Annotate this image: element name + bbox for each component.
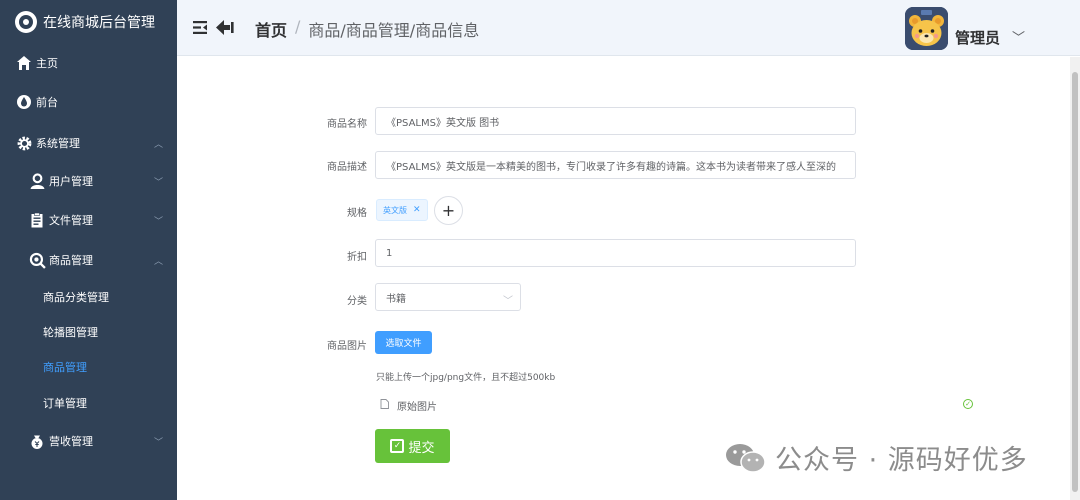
sidebar-item-label: 用户管理 [49, 175, 93, 188]
upload-tip: 只能上传一个jpg/png文件，且不超过500kb [376, 373, 556, 383]
sidebar-item-system[interactable]: 系统管理 ︿ [0, 132, 177, 154]
sidebar-item-label: 订单管理 [43, 397, 87, 410]
chevron-down-icon: ﹀ [153, 177, 163, 188]
document-icon [380, 399, 389, 412]
app-brand: 在线商城后台管理 [0, 0, 177, 44]
sidebar-item-revenue[interactable]: 营收管理 ﹀ [0, 430, 177, 452]
money-icon [28, 432, 46, 450]
breadcrumb-path: 商品/商品管理/商品信息 [308, 21, 480, 40]
sidebar-item-products[interactable]: 商品管理 ︿ [0, 249, 177, 271]
product-desc-value: 《PSALMS》英文版是一本精美的图书，专门收录了许多有趣的诗篇。这本书为读者带… [386, 161, 836, 173]
sidebar-item-product-management[interactable]: 商品管理 [0, 357, 177, 377]
spec-tag-label: 英文版 [383, 205, 407, 215]
chevron-up-icon: ︿ [153, 139, 163, 150]
sidebar-item-label: 系统管理 [36, 137, 80, 150]
chevron-down-icon: ﹀ [153, 216, 163, 227]
sidebar-item-label: 商品分类管理 [43, 291, 109, 304]
uploaded-file-name: 原始图片 [397, 402, 437, 413]
choose-file-button[interactable]: 选取文件 [375, 331, 432, 354]
sidebar-item-label: 轮播图管理 [43, 326, 98, 339]
category-select[interactable]: 书籍 [375, 283, 521, 311]
user-icon [28, 172, 46, 190]
logo-icon [15, 11, 37, 33]
chevron-up-icon: ︿ [153, 256, 163, 267]
sidebar: 在线商城后台管理 主页 前台 系统管理 ︿ 用户管理 ﹀ 文件管理 ﹀ 商品管理… [0, 0, 177, 500]
add-spec-button[interactable]: + [434, 196, 463, 225]
discount-input[interactable]: 1 [375, 239, 856, 267]
breadcrumb: 首页 / 商品/商品管理/商品信息 [255, 17, 479, 41]
watermark: 公众号 · 源码好优多 [725, 438, 1028, 477]
uploaded-file-item[interactable]: 原始图片 [380, 398, 437, 413]
file-icon [28, 211, 46, 229]
check-circle-icon: ✓ [963, 399, 973, 409]
category-value: 书籍 [386, 293, 406, 305]
vertical-scrollbar[interactable] [1070, 57, 1080, 500]
sidebar-item-frontend[interactable]: 前台 [0, 91, 177, 113]
sidebar-item-label: 商品管理 [49, 254, 93, 267]
home-icon [15, 54, 33, 72]
scrollbar-thumb[interactable] [1072, 72, 1078, 492]
breadcrumb-home[interactable]: 首页 [255, 17, 287, 41]
sidebar-item-users[interactable]: 用户管理 ﹀ [0, 170, 177, 192]
sidebar-item-files[interactable]: 文件管理 ﹀ [0, 209, 177, 231]
sidebar-item-label: 营收管理 [49, 435, 93, 448]
checkbox-icon: ✓ [390, 439, 405, 453]
discount-label: 折扣 [347, 252, 367, 263]
plus-icon: + [441, 201, 456, 220]
avatar[interactable] [905, 7, 948, 50]
sidebar-item-label: 商品管理 [43, 361, 87, 374]
gear-icon [15, 134, 33, 152]
sidebar-item-orders[interactable]: 订单管理 [0, 393, 177, 413]
sidebar-item-home[interactable]: 主页 [0, 52, 177, 74]
product-desc-input[interactable]: 《PSALMS》英文版是一本精美的图书，专门收录了许多有趣的诗篇。这本书为读者带… [375, 151, 856, 179]
menu-collapse-icon[interactable] [193, 21, 207, 37]
submit-label: 提交 [408, 440, 435, 456]
sidebar-item-label: 前台 [36, 96, 58, 109]
breadcrumb-separator: / [295, 17, 301, 36]
product-name-input[interactable]: 《PSALMS》英文版 图书 [375, 107, 856, 135]
sidebar-item-label: 文件管理 [49, 214, 93, 227]
wechat-icon [726, 443, 766, 473]
chevron-down-icon[interactable]: ﹀ [503, 292, 513, 307]
sidebar-item-carousel[interactable]: 轮播图管理 [0, 322, 177, 342]
watermark-text: 公众号 · 源码好优多 [775, 445, 1028, 476]
top-header: 首页 / 商品/商品管理/商品信息 管理员 ﹀ [177, 0, 1080, 56]
chevron-down-icon[interactable]: ﹀ [1012, 27, 1025, 46]
drop-icon [15, 93, 33, 111]
search-product-icon [28, 251, 46, 269]
sidebar-item-label: 主页 [36, 57, 58, 70]
product-image-label: 商品图片 [327, 341, 367, 352]
product-name-label: 商品名称 [327, 119, 367, 130]
sidebar-item-product-category[interactable]: 商品分类管理 [0, 287, 177, 307]
submit-button[interactable]: ✓ 提交 [375, 429, 450, 463]
close-icon[interactable]: ✕ [413, 205, 421, 215]
back-arrow-icon[interactable] [215, 19, 234, 39]
chevron-down-icon: ﹀ [153, 437, 163, 448]
spec-tag: 英文版 ✕ [376, 199, 428, 221]
discount-value: 1 [386, 247, 393, 259]
product-desc-label: 商品描述 [327, 162, 367, 173]
app-title: 在线商城后台管理 [43, 15, 155, 31]
product-name-value: 《PSALMS》英文版 图书 [386, 117, 500, 129]
user-name[interactable]: 管理员 [955, 27, 1000, 48]
spec-label: 规格 [347, 208, 367, 219]
category-label: 分类 [347, 296, 367, 307]
